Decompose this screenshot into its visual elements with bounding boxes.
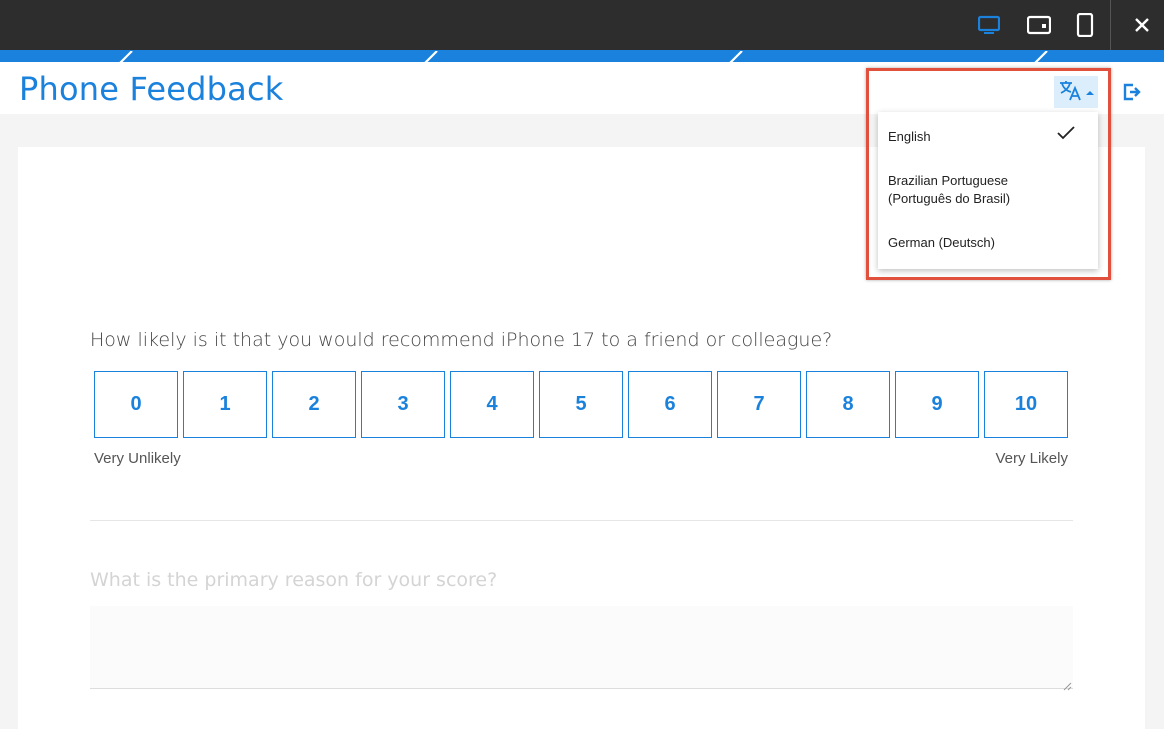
section-divider	[90, 520, 1073, 521]
page-title: Phone Feedback	[19, 70, 284, 108]
reason-question: What is the primary reason for your scor…	[90, 569, 498, 591]
desktop-view-icon[interactable]	[977, 13, 1001, 37]
nps-scale: 0 1 2 3 4 5 6 7 8 9 10	[94, 371, 1068, 438]
scale-low-label: Very Unlikely	[94, 450, 181, 467]
resize-grip-icon[interactable]	[1063, 678, 1072, 691]
mobile-view-icon[interactable]	[1073, 13, 1097, 37]
close-icon[interactable]	[1120, 0, 1164, 50]
nps-option-8[interactable]: 8	[806, 371, 890, 438]
nps-option-6[interactable]: 6	[628, 371, 712, 438]
reason-textarea[interactable]	[90, 606, 1073, 689]
nps-option-7[interactable]: 7	[717, 371, 801, 438]
highlight-box	[866, 68, 1111, 280]
nps-option-10[interactable]: 10	[984, 371, 1068, 438]
nps-option-5[interactable]: 5	[539, 371, 623, 438]
nps-option-1[interactable]: 1	[183, 371, 267, 438]
nps-option-2[interactable]: 2	[272, 371, 356, 438]
nps-option-3[interactable]: 3	[361, 371, 445, 438]
nps-option-4[interactable]: 4	[450, 371, 534, 438]
brand-stripe	[0, 50, 1164, 62]
exit-icon[interactable]	[1120, 80, 1144, 104]
tablet-view-icon[interactable]	[1027, 13, 1051, 37]
topbar-separator	[1110, 0, 1111, 50]
nps-option-9[interactable]: 9	[895, 371, 979, 438]
nps-question: How likely is it that you would recommen…	[90, 329, 833, 351]
nps-option-0[interactable]: 0	[94, 371, 178, 438]
top-bar	[0, 0, 1164, 50]
scale-high-label: Very Likely	[995, 450, 1068, 467]
